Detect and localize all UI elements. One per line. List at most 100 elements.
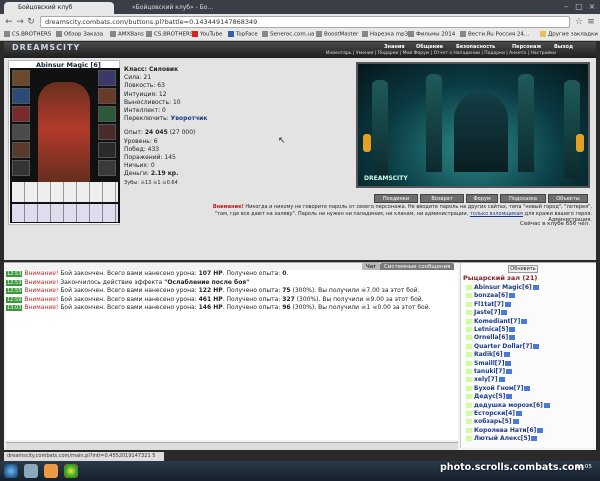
private-icon[interactable] [466,352,472,358]
bookmark-item[interactable]: Нарезка mp3 [362,31,408,40]
tab-inactive[interactable]: «Бойцовский клуб» - Бо... [118,2,228,14]
legs-slot[interactable] [98,142,116,158]
bookmark-item[interactable]: Фильмы 2014 [408,31,455,40]
info-icon[interactable] [543,402,550,408]
private-icon[interactable] [466,310,472,316]
info-icon[interactable] [531,436,538,442]
refresh-button[interactable]: Обновить [508,265,538,273]
private-icon[interactable] [466,411,472,416]
objects-button[interactable]: Объекты [548,194,588,203]
info-icon[interactable] [509,327,516,332]
address-bar[interactable]: dreamscity.combats.com/buttons.pl?battle… [40,16,570,28]
amulet-slot[interactable] [12,88,30,104]
chat-input[interactable] [6,442,458,450]
switch-link[interactable]: Уворотчик [171,115,208,122]
bookmark-item[interactable]: AMXBans [110,31,144,40]
star-icon[interactable]: ☆ [574,16,584,28]
player-list-item[interactable]: Дедус[5] [466,393,513,400]
info-icon[interactable] [506,394,513,400]
maximize-icon[interactable]: □ [573,2,585,11]
info-icon[interactable] [533,343,540,349]
private-icon[interactable] [466,327,472,332]
player-list-item[interactable]: bonzaa[6] [466,292,515,299]
bookmark-item[interactable]: CS.BROTHERS [4,31,51,40]
info-icon[interactable] [521,318,528,324]
info-icon[interactable] [508,293,515,299]
private-icon[interactable] [466,301,472,307]
info-icon[interactable] [524,385,531,391]
player-list-item[interactable]: Letnica[5] [466,326,516,333]
bookmark-item[interactable]: YouTube [192,31,222,40]
info-icon[interactable] [509,335,516,341]
player-list-item[interactable]: Fl1tat[7] [466,301,511,308]
info-icon[interactable] [504,301,511,307]
back-icon[interactable]: ← [4,16,14,28]
bookmark-item[interactable]: CS.BROTHERS [146,31,193,40]
bookmark-folder[interactable]: Другие закладки [540,31,598,40]
private-icon[interactable] [466,293,472,299]
return-button[interactable]: Возврат [420,194,464,203]
player-list-item[interactable]: Quarter Dollar[7] [466,343,540,350]
info-icon[interactable] [498,377,505,383]
warning-link[interactable]: только взломщикам [470,211,523,217]
private-icon[interactable] [466,436,472,442]
boots-slot[interactable] [98,160,116,176]
player-list-item[interactable]: Smaill[7] [466,360,512,367]
player-list-item[interactable]: Radik[6] [466,351,510,358]
private-icon[interactable] [466,285,472,290]
private-icon[interactable] [466,377,472,383]
info-icon[interactable] [532,285,539,290]
bookmark-item[interactable]: Обзор Заказа [56,31,103,40]
menu-security[interactable]: Безопасность [456,44,495,50]
shield-slot[interactable] [98,106,116,122]
player-list-item[interactable]: Королева Нати[6] [466,427,544,434]
menu-chat[interactable]: Общение [416,44,443,50]
bookmark-item[interactable]: TopFace [228,31,258,40]
player-list-item[interactable]: кобзарь[5] [466,418,519,425]
scene-gate[interactable] [454,92,508,172]
chat-time[interactable]: 12:53 [6,279,23,286]
submenu-links[interactable]: Инвентарь | Умения | Подарки | Мой Форум… [326,51,556,56]
menu-knowledge[interactable]: Знания [384,44,405,50]
player-icon[interactable] [44,464,58,478]
bracer-slot[interactable] [98,88,116,104]
inventory-bar[interactable] [12,182,118,202]
chat-time[interactable]: 12:53 [6,271,23,277]
player-list-item[interactable]: Бухой Гном[7] [466,385,531,392]
private-icon[interactable] [466,335,472,341]
player-list-item[interactable]: xely[7] [466,376,505,383]
start-icon[interactable] [4,464,18,478]
chat-time[interactable]: 12:59 [6,296,23,303]
earring-slot[interactable] [98,70,116,86]
reload-icon[interactable]: ↻ [26,16,36,28]
explorer-icon[interactable] [24,464,38,478]
menu-character[interactable]: Персонаж [512,44,541,50]
player-list-item[interactable]: Abinsur Magic[6] [466,284,539,291]
bookmark-item[interactable]: Seneroc.com.ua [262,31,314,40]
chat-time[interactable]: 13:03 [6,305,23,311]
bookmark-item[interactable]: Вести.Ru Россия 24... [460,31,529,40]
bookmark-item[interactable]: BoostMaster [316,31,358,40]
gloves-slot[interactable] [98,124,116,140]
belt-slot[interactable] [12,142,30,158]
private-icon[interactable] [466,360,472,366]
minimize-icon[interactable]: – [560,2,572,11]
info-icon[interactable] [501,310,508,316]
helmet-slot[interactable] [12,70,30,86]
private-icon[interactable] [466,385,472,391]
close-icon[interactable]: × [586,2,598,11]
menu-icon[interactable]: ≡ [586,16,596,28]
forum-button[interactable]: Форум [466,194,498,203]
ring-slot[interactable] [12,160,30,176]
info-icon[interactable] [516,411,523,416]
menu-exit[interactable]: Выход [554,44,573,50]
tab-active[interactable]: Бойцовский клуб [4,2,114,14]
armor-slot[interactable] [12,124,30,140]
info-icon[interactable] [505,360,512,366]
player-list-item[interactable]: Есторски[4] [466,410,523,417]
info-icon[interactable] [537,427,544,433]
info-icon[interactable] [503,352,510,358]
player-list-item[interactable]: Ornella[6] [466,334,516,341]
private-icon[interactable] [466,419,472,425]
private-icon[interactable] [466,318,472,324]
